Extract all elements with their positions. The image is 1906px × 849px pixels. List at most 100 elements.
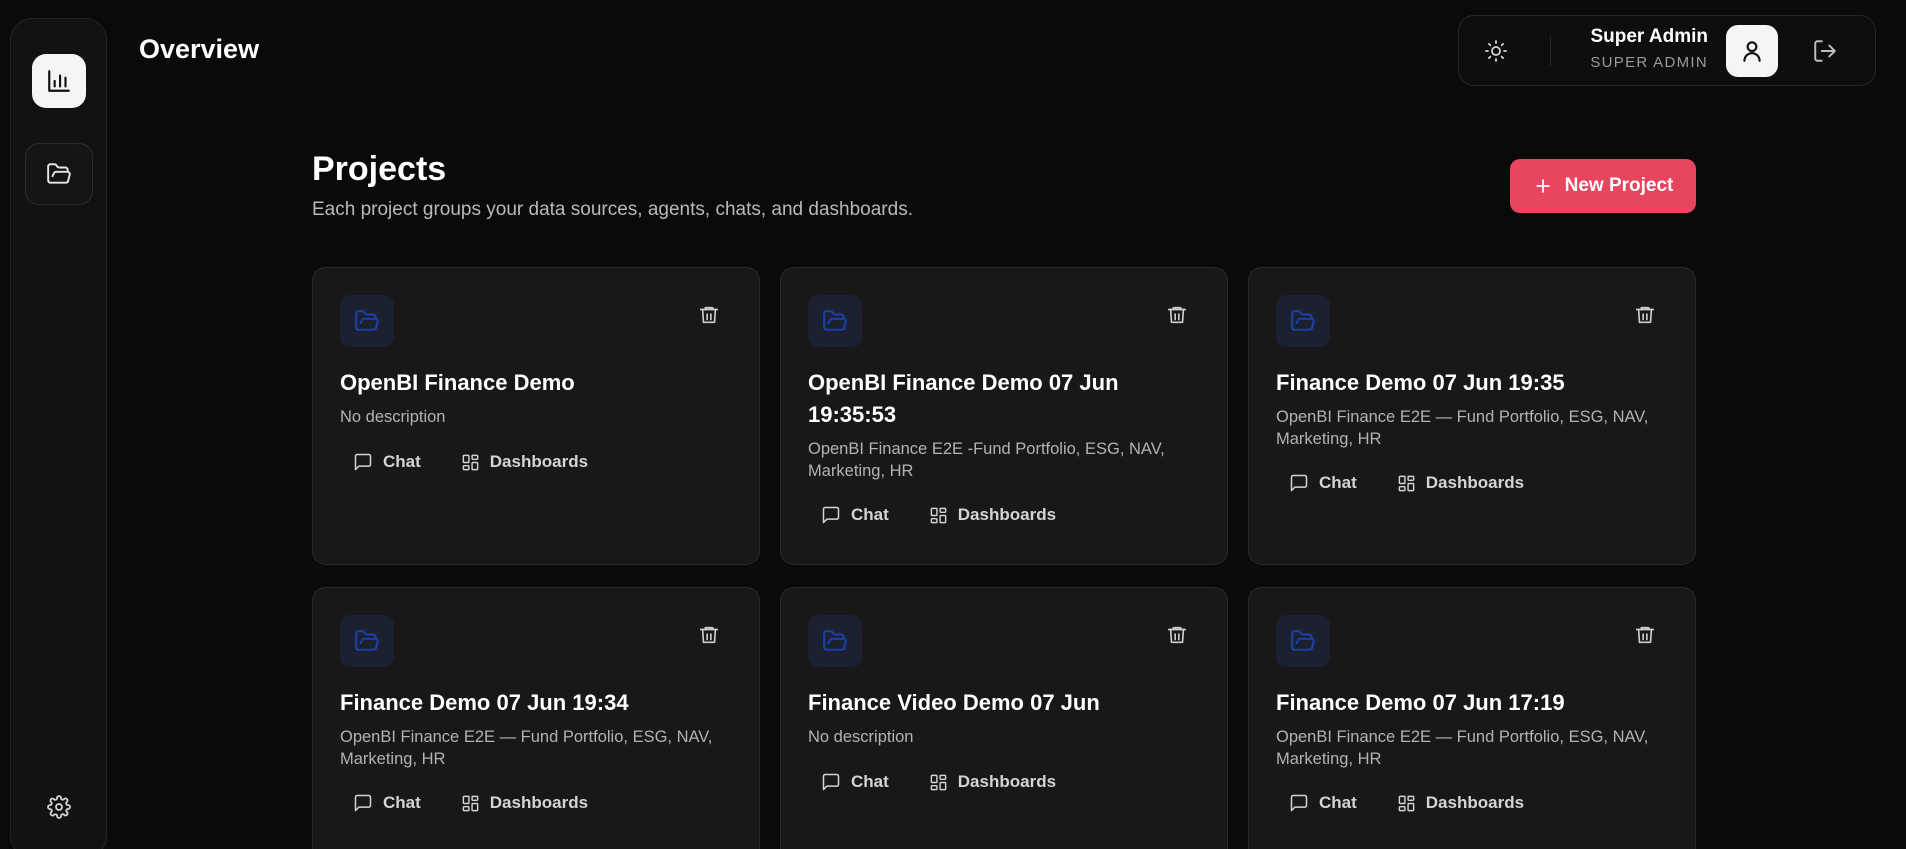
- project-description: OpenBI Finance E2E — Fund Portfolio, ESG…: [340, 728, 713, 768]
- message-square-icon: [1290, 474, 1308, 492]
- user-bar: Super Admin SUPER ADMIN: [1458, 15, 1876, 86]
- project-chat-label: Chat: [851, 772, 889, 791]
- project-actions: Chat Dashboards: [1289, 793, 1524, 813]
- sidebar-item-projects[interactable]: [25, 143, 93, 205]
- delete-project-button[interactable]: [1165, 303, 1189, 327]
- project-dashboards-label: Dashboards: [1425, 473, 1525, 492]
- project-chat-button[interactable]: Chat: [1289, 793, 1357, 813]
- project-chat-button[interactable]: Chat: [821, 505, 889, 525]
- user-icon: [1743, 41, 1761, 62]
- project-title: Finance Demo 07 Jun 19:34: [340, 690, 629, 715]
- project-title: Finance Demo 07 Jun 19:35: [1276, 370, 1565, 395]
- logout-button[interactable]: [1810, 36, 1840, 66]
- project-chat-label: Chat: [383, 793, 421, 812]
- project-card[interactable]: Finance Demo 07 Jun 17:19 OpenBI Finance…: [1248, 587, 1696, 849]
- delete-project-button[interactable]: [697, 623, 721, 647]
- trash-icon: [1167, 626, 1187, 644]
- project-dashboards-button[interactable]: Dashboards: [929, 772, 1056, 792]
- project-card[interactable]: Finance Video Demo 07 Jun No description…: [780, 587, 1228, 849]
- sidebar-item-settings[interactable]: [39, 787, 79, 827]
- delete-project-button[interactable]: [1633, 623, 1657, 647]
- logout-icon: [1814, 40, 1836, 62]
- delete-project-button[interactable]: [1633, 303, 1657, 327]
- project-chat-button[interactable]: Chat: [821, 772, 889, 792]
- trash-icon: [1635, 306, 1655, 324]
- project-folder-icon: [808, 295, 862, 347]
- app-root: Overview Super Admin SUPER ADMIN Project…: [0, 0, 1906, 849]
- sidebar: [10, 18, 107, 849]
- project-dashboards-label: Dashboards: [957, 505, 1057, 524]
- theme-toggle-button[interactable]: [1481, 36, 1511, 66]
- page-title: Overview: [139, 34, 260, 64]
- trash-icon: [1167, 306, 1187, 324]
- project-description: OpenBI Finance E2E — Fund Portfolio, ESG…: [1276, 728, 1649, 768]
- project-description: OpenBI Finance E2E -Fund Portfolio, ESG,…: [808, 440, 1165, 480]
- project-dashboards-label: Dashboards: [489, 452, 589, 471]
- project-folder-icon: [1276, 295, 1330, 347]
- project-chat-label: Chat: [383, 452, 421, 471]
- project-chat-label: Chat: [851, 505, 889, 524]
- avatar[interactable]: [1726, 25, 1778, 77]
- message-square-icon: [822, 773, 840, 791]
- project-chat-label: Chat: [1319, 473, 1357, 492]
- layout-grid-icon: [930, 507, 947, 523]
- layout-grid-icon: [1398, 795, 1415, 811]
- message-square-icon: [354, 794, 372, 812]
- trash-icon: [699, 626, 719, 644]
- project-actions: Chat Dashboards: [353, 452, 588, 472]
- delete-project-button[interactable]: [697, 303, 721, 327]
- gear-icon: [47, 795, 71, 819]
- new-project-label: New Project: [1564, 175, 1674, 196]
- project-actions: Chat Dashboards: [821, 505, 1056, 525]
- bar-chart-icon: [48, 70, 70, 92]
- project-card[interactable]: Finance Demo 07 Jun 19:35 OpenBI Finance…: [1248, 267, 1696, 565]
- project-dashboards-button[interactable]: Dashboards: [929, 505, 1056, 525]
- project-folder-icon: [1276, 615, 1330, 667]
- project-card[interactable]: Finance Demo 07 Jun 19:34 OpenBI Finance…: [312, 587, 760, 849]
- project-title: Finance Demo 07 Jun 17:19: [1276, 690, 1565, 715]
- project-description: No description: [808, 728, 914, 746]
- project-actions: Chat Dashboards: [1289, 473, 1524, 493]
- message-square-icon: [354, 453, 372, 471]
- project-description: No description: [340, 408, 446, 426]
- project-chat-button[interactable]: Chat: [1289, 473, 1357, 493]
- project-chat-label: Chat: [1319, 793, 1357, 812]
- trash-icon: [1635, 626, 1655, 644]
- new-project-button[interactable]: New Project: [1510, 159, 1696, 213]
- trash-icon: [699, 306, 719, 324]
- message-square-icon: [822, 506, 840, 524]
- user-name: Super Admin: [1590, 26, 1708, 47]
- project-folder-icon: [340, 615, 394, 667]
- project-card[interactable]: OpenBI Finance Demo 07 Jun 19:35:53 Open…: [780, 267, 1228, 565]
- layout-grid-icon: [1398, 475, 1415, 491]
- project-folder-icon: [808, 615, 862, 667]
- sidebar-item-overview[interactable]: [32, 54, 86, 108]
- plus-icon: [1535, 179, 1550, 193]
- projects-title: Projects: [312, 150, 447, 188]
- project-dashboards-button[interactable]: Dashboards: [1397, 473, 1524, 493]
- layout-grid-icon: [462, 454, 479, 470]
- project-dashboards-label: Dashboards: [957, 772, 1057, 791]
- project-dashboards-button[interactable]: Dashboards: [461, 452, 588, 472]
- project-dashboards-button[interactable]: Dashboards: [461, 793, 588, 813]
- project-chat-button[interactable]: Chat: [353, 452, 421, 472]
- project-dashboards-label: Dashboards: [1425, 793, 1525, 812]
- project-card[interactable]: OpenBI Finance Demo No description Chat …: [312, 267, 760, 565]
- project-dashboards-button[interactable]: Dashboards: [1397, 793, 1524, 813]
- project-title: OpenBI Finance Demo: [340, 370, 575, 395]
- layout-grid-icon: [462, 795, 479, 811]
- project-dashboards-label: Dashboards: [489, 793, 589, 812]
- project-actions: Chat Dashboards: [353, 793, 588, 813]
- projects-subtitle: Each project groups your data sources, a…: [312, 199, 913, 220]
- message-square-icon: [1290, 794, 1308, 812]
- layout-grid-icon: [930, 774, 947, 790]
- project-description: OpenBI Finance E2E — Fund Portfolio, ESG…: [1276, 408, 1649, 448]
- project-title: OpenBI Finance Demo 07 Jun 19:35:53: [808, 370, 1119, 427]
- project-actions: Chat Dashboards: [821, 772, 1056, 792]
- sun-icon: [1485, 40, 1507, 62]
- delete-project-button[interactable]: [1165, 623, 1189, 647]
- project-chat-button[interactable]: Chat: [353, 793, 421, 813]
- user-role: SUPER ADMIN: [1590, 54, 1708, 71]
- user-bar-divider: [1550, 36, 1551, 66]
- project-title: Finance Video Demo 07 Jun: [808, 690, 1100, 715]
